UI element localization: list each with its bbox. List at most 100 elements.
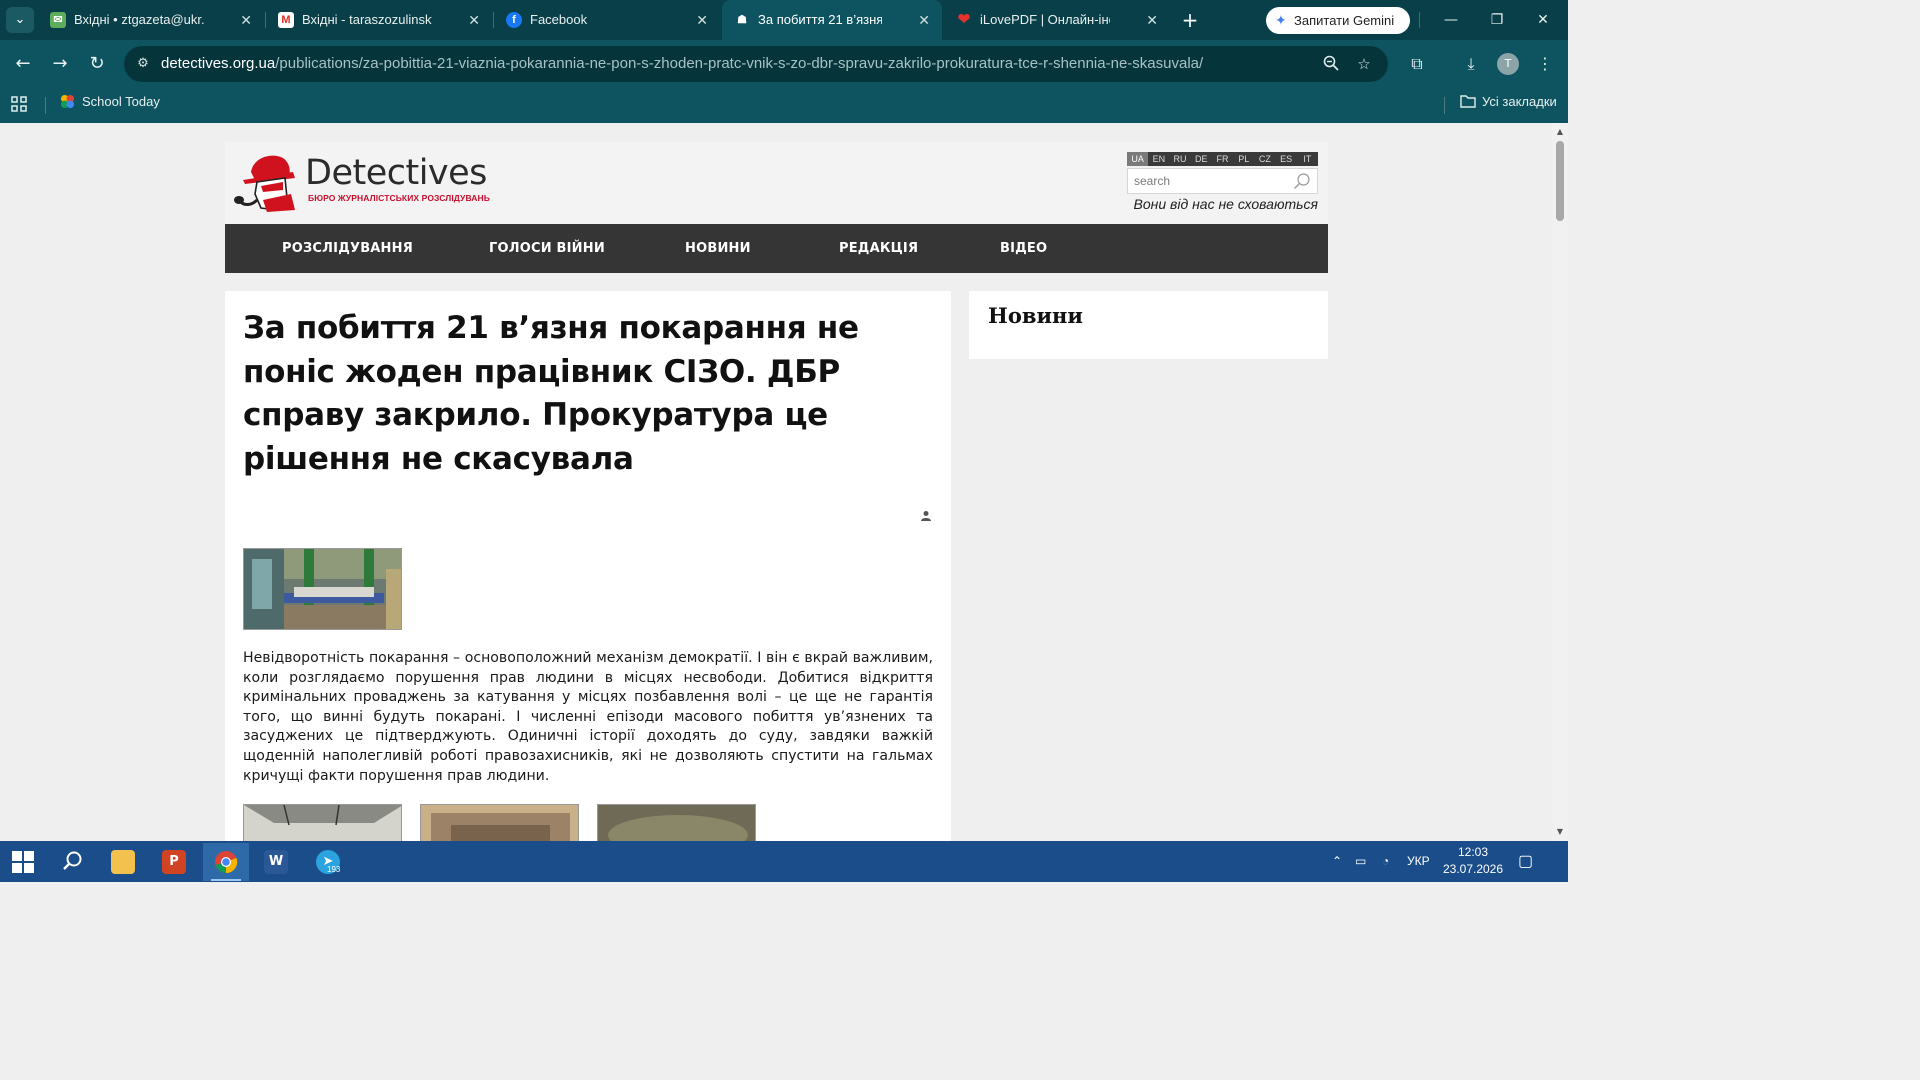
forward-button[interactable]: → — [48, 52, 72, 76]
arrow-right-icon: → — [52, 53, 68, 74]
back-button[interactable]: ← — [11, 52, 35, 76]
lang-ru[interactable]: RU — [1169, 152, 1190, 166]
minimize-icon: — — [1444, 12, 1458, 28]
windows-start-icon[interactable] — [12, 851, 34, 873]
notifications-icon[interactable]: ▢ — [1518, 841, 1533, 882]
menu-kebab-icon[interactable]: ⋮ — [1533, 52, 1557, 76]
lang-cz[interactable]: CZ — [1254, 152, 1275, 166]
school-today-icon — [60, 94, 76, 110]
tab-detectives[interactable]: ☗ За побиття 21 в’язня покарання не поні… — [722, 0, 942, 40]
file-explorer-icon — [111, 850, 135, 874]
all-bookmarks-button[interactable]: Усі закладки — [1460, 88, 1557, 123]
tab-title: Facebook — [530, 12, 588, 27]
url-text[interactable]: detectives.org.ua/publications/za-pobitt… — [161, 46, 1203, 82]
article-photo-cell-bunks[interactable] — [243, 548, 402, 630]
close-window-button[interactable]: ✕ — [1520, 6, 1566, 34]
article-photo-thumbnail[interactable] — [597, 804, 756, 841]
extensions-icon[interactable]: ⧉ — [1405, 52, 1429, 76]
lang-it[interactable]: IT — [1297, 152, 1318, 166]
close-icon[interactable]: ✕ — [1146, 0, 1158, 40]
main-navigation: РОЗСЛІДУВАННЯ ГОЛОСИ ВІЙНИ НОВИНИ РЕДАКЦ… — [225, 224, 1328, 273]
tab-facebook[interactable]: f Facebook ✕ — [494, 0, 720, 40]
taskbar-file-explorer[interactable] — [100, 843, 146, 881]
search-icon[interactable] — [1293, 172, 1311, 190]
powerpoint-icon: P — [162, 850, 186, 874]
lang-en[interactable]: EN — [1148, 152, 1169, 166]
bookmarks-divider — [1444, 97, 1445, 114]
logo-wordmark[interactable]: Detectives — [305, 153, 487, 193]
chrome-icon — [214, 850, 238, 874]
lang-de[interactable]: DE — [1191, 152, 1212, 166]
scroll-up-arrow-icon[interactable]: ▲ — [1552, 125, 1568, 139]
clock-date: 23.07.2026 — [1442, 862, 1504, 876]
apps-grid-icon[interactable] — [11, 96, 29, 114]
new-tab-button[interactable]: + — [1178, 8, 1202, 32]
system-clock[interactable]: 12:03 23.07.2026 — [1440, 844, 1506, 878]
lang-ua[interactable]: UA — [1127, 152, 1149, 166]
tab-ukrnet[interactable]: ✉ Вхідні • ztgazeta@ukr.net ✕ — [38, 0, 264, 40]
clock-time: 12:03 — [1457, 845, 1489, 859]
reload-button[interactable]: ↻ — [85, 52, 109, 76]
page-scrollbar[interactable]: ▲ ▼ — [1552, 123, 1568, 841]
bookmark-label: School Today — [82, 94, 160, 109]
nav-editorial[interactable]: РЕДАКЦІЯ — [839, 224, 918, 273]
nav-investigations[interactable]: РОЗСЛІДУВАННЯ — [282, 224, 413, 273]
battery-icon[interactable]: ▭ — [1355, 841, 1366, 882]
wifi-icon[interactable]: ◔ — [1382, 841, 1389, 882]
taskbar-powerpoint[interactable]: P — [151, 843, 197, 881]
close-icon[interactable]: ✕ — [468, 0, 480, 40]
author-icon[interactable] — [920, 507, 932, 521]
download-icon[interactable]: ⤓ — [1459, 52, 1483, 76]
article-photo-thumbnail[interactable] — [420, 804, 579, 841]
search-input[interactable] — [1128, 169, 1288, 193]
article-title: За побиття 21 в’язня покарання не поніс … — [243, 310, 859, 477]
chevron-up-icon[interactable]: ⌃ — [1332, 841, 1342, 882]
taskbar-search[interactable] — [50, 843, 96, 881]
sidebar-heading[interactable]: Новини — [988, 303, 1083, 328]
browser-toolbar: ← → ↻ ⚙ detectives.org.ua/publications/z… — [0, 40, 1568, 88]
bookmark-school-today[interactable]: School Today — [60, 88, 160, 123]
taskbar-telegram[interactable]: ➤ 193 — [305, 843, 351, 881]
lang-fr[interactable]: FR — [1212, 152, 1233, 166]
lang-es[interactable]: ES — [1276, 152, 1297, 166]
nav-video[interactable]: ВІДЕО — [1000, 224, 1047, 273]
article-photo-thumbnail[interactable] — [243, 804, 402, 841]
profile-avatar[interactable]: T — [1497, 53, 1519, 75]
page-viewport: Detectives БЮРО ЖУРНАЛІСТСЬКИХ РОЗСЛІДУВ… — [0, 123, 1552, 841]
url-path: /publications/za-pobittia-21-viaznia-pok… — [275, 55, 1204, 72]
scroll-down-arrow-icon[interactable]: ▼ — [1552, 825, 1568, 839]
zoom-icon[interactable] — [1322, 55, 1340, 73]
tab-ilovepdf[interactable]: ❤ iLovePDF | Онлайн-інструменти ✕ — [944, 0, 1170, 40]
url-host: detectives.org.ua — [161, 55, 276, 72]
chevron-down-icon: ⌄ — [14, 12, 26, 27]
restore-button[interactable]: ❐ — [1474, 6, 1520, 34]
tab-gmail[interactable]: M Вхідні - taraszozulinskyy@gmail.com ✕ — [266, 0, 492, 40]
logo-tagline: БЮРО ЖУРНАЛІСТСЬКИХ РОЗСЛІДУВАНЬ — [308, 193, 490, 203]
ukrnet-mail-icon: ✉ — [50, 12, 66, 28]
close-icon[interactable]: ✕ — [240, 0, 252, 40]
close-icon[interactable]: ✕ — [696, 0, 708, 40]
address-bar[interactable]: ⚙ detectives.org.ua/publications/za-pobi… — [124, 46, 1388, 82]
lang-pl[interactable]: PL — [1233, 152, 1254, 166]
restore-icon: ❐ — [1490, 12, 1504, 28]
nav-voices-of-war[interactable]: ГОЛОСИ ВІЙНИ — [489, 224, 605, 273]
telegram-badge: 193 — [327, 865, 341, 874]
detective-logo-icon[interactable] — [233, 150, 299, 214]
tab-title: iLovePDF | Онлайн-інструменти — [980, 12, 1110, 27]
site-header: Detectives БЮРО ЖУРНАЛІСТСЬКИХ РОЗСЛІДУВ… — [225, 142, 1328, 224]
taskbar-word[interactable]: W — [253, 843, 299, 881]
ask-gemini-button[interactable]: ✦ Запитати Gemini — [1266, 7, 1410, 34]
article: За побиття 21 в’язня покарання не поніс … — [225, 291, 951, 841]
bookmarks-divider — [45, 97, 46, 114]
scrollbar-thumb[interactable] — [1556, 141, 1564, 221]
input-language[interactable]: УКР — [1407, 841, 1430, 882]
site-settings-icon[interactable]: ⚙ — [134, 55, 152, 73]
nav-news[interactable]: НОВИНИ — [685, 224, 751, 273]
close-icon[interactable]: ✕ — [918, 0, 930, 40]
bookmark-star-icon[interactable]: ☆ — [1355, 55, 1373, 73]
tab-search-button[interactable]: ⌄ — [6, 7, 34, 33]
site-search — [1127, 168, 1318, 194]
minimize-button[interactable]: — — [1428, 6, 1474, 34]
taskbar-chrome[interactable] — [203, 843, 249, 881]
close-icon: ✕ — [1537, 12, 1549, 28]
